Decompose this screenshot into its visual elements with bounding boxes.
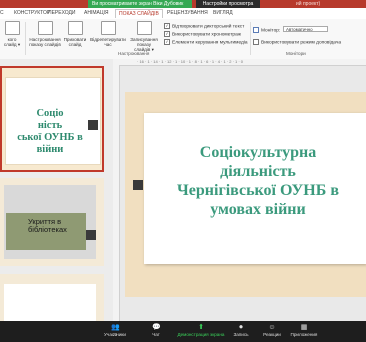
record-slide-show-button[interactable]: Записування показу слайдів ▾: [126, 21, 162, 52]
share-screen-icon: ⬆: [198, 324, 204, 331]
presenter-view-label: Використовувати режим доповідача: [261, 40, 342, 46]
tab-transitions[interactable]: ПЕРЕХОДИ: [48, 10, 76, 16]
tab-review[interactable]: РЕЦЕНЗУВАННЯ: [167, 10, 208, 16]
media-controls-checkbox[interactable]: ✓ Елементи керування мультимедіа: [164, 39, 248, 45]
chat-icon: 💬: [152, 324, 161, 331]
reactions-label: Реакции: [263, 332, 281, 337]
share-banner: Ви просматриваете экран Віки Дубовик: [88, 0, 192, 8]
slide-thumbnail-title: Укриття в бібліотеках: [28, 217, 67, 234]
checkbox-icon: [253, 39, 259, 45]
slide-thumbnail-2[interactable]: Укриття в бібліотеках: [0, 178, 104, 266]
from-slide-label: кого слайд ▾: [3, 37, 21, 47]
custom-show-button[interactable]: Настроювання показу слайдів: [26, 21, 64, 47]
participants-button[interactable]: 👥27 Участники: [95, 324, 135, 337]
hide-slide-icon: [67, 21, 83, 35]
monitor-icon: [253, 27, 259, 33]
ribbon: кого слайд ▾ Настроювання показу слайдів…: [0, 19, 366, 60]
hide-slide-button[interactable]: Приховати слайд: [62, 21, 88, 47]
chat-button[interactable]: 💬 Чат: [136, 324, 176, 337]
record-label: Запись: [233, 332, 249, 337]
slide-title-line: умовах війни: [210, 201, 306, 218]
rehearse-timings-label: Відрепетирувати час: [90, 37, 126, 47]
group-label-monitors: Монітори: [286, 51, 306, 56]
decorative-tab: [88, 120, 98, 130]
tab-animation[interactable]: АНІМАЦІЯ: [84, 10, 109, 16]
monitor-label: Монітор:: [253, 27, 280, 33]
horizontal-ruler: · 16 · 1 · 14 · 1 · 12 · 1 · 10 · 1 · 8 …: [113, 59, 366, 66]
custom-show-label: Настроювання показу слайдів: [29, 37, 61, 47]
view-options-button[interactable]: Настройки просмотра: [196, 0, 260, 8]
record-icon: [136, 21, 152, 35]
use-timings-label: Використовувати хронометраж: [172, 32, 241, 38]
chat-label: Чат: [152, 332, 160, 337]
participants-icon: 👥27: [111, 324, 120, 337]
record-icon: ⏺: [239, 324, 243, 331]
smile-icon: ☺: [268, 324, 276, 331]
window-title: ий проект): [296, 1, 321, 7]
tab-design[interactable]: КОНСТРУКТОР: [14, 10, 50, 16]
slide-thumbnail-1[interactable]: Соціо ність ської ОУНБ в війни: [0, 66, 104, 172]
checkbox-icon: ✓: [164, 23, 170, 29]
checkbox-icon: ✓: [164, 39, 170, 45]
participants-label: Участники: [104, 332, 126, 337]
tab-insert[interactable]: С: [0, 10, 4, 16]
timer-icon: [100, 21, 116, 35]
hide-slide-label: Приховати слайд: [63, 37, 87, 47]
slide-title-line: Соціокультурна: [199, 144, 317, 161]
group-label-setup: Настроювання: [118, 51, 150, 56]
slide-photo-overlay: Укриття в бібліотеках: [6, 213, 86, 250]
play-narrations-checkbox[interactable]: ✓ Відтворювати дикторський текст: [164, 23, 244, 29]
tab-view[interactable]: ВИГЛЯД: [213, 10, 233, 16]
share-screen-button[interactable]: ⬆ Демонстрация экрана: [176, 324, 226, 337]
vertical-ruler: [113, 65, 120, 321]
decorative-tab: [86, 230, 96, 240]
tab-slide-show[interactable]: ПОКАЗ СЛАЙДІВ: [115, 9, 163, 18]
checkbox-icon: ✓: [164, 31, 170, 37]
from-slide-button[interactable]: кого слайд ▾: [0, 21, 24, 47]
apps-icon: ▦: [300, 324, 308, 331]
apps-button[interactable]: ▦ Приложения: [284, 324, 324, 337]
record-slide-show-label: Записування показу слайдів ▾: [130, 37, 158, 52]
ruler-ticks: · 16 · 1 · 14 · 1 · 12 · 1 · 10 · 1 · 8 …: [137, 59, 244, 64]
slide-title[interactable]: Соціокультурна діяльність Чернігівської …: [150, 143, 366, 219]
slide-photo: Укриття в бібліотеках: [4, 185, 96, 259]
slide-thumbnail-card: [4, 284, 96, 321]
divider: [250, 22, 251, 55]
monitor-select[interactable]: Автоматично: [283, 26, 328, 32]
use-timings-checkbox[interactable]: ✓ Використовувати хронометраж: [164, 31, 241, 37]
slide-thumbnails-pane[interactable]: Соціо ність ської ОУНБ в війни Укриття в…: [0, 59, 114, 321]
decorative-tab: [133, 180, 143, 190]
share-screen-label: Демонстрация экрана: [177, 332, 225, 337]
meeting-toolbar: 👥27 Участники 💬 Чат ⬆ Демонстрация экран…: [0, 321, 366, 342]
slide-thumbnail-title: Соціо ність ської ОУНБ в війни: [17, 108, 83, 155]
presenter-view-checkbox[interactable]: Використовувати режим доповідача: [253, 39, 341, 45]
media-controls-label: Елементи керування мультимедіа: [172, 40, 248, 46]
slideshow-icon: [4, 21, 20, 35]
slide-title-line: Чернігівської ОУНБ в: [177, 182, 339, 199]
play-narrations-label: Відтворювати дикторський текст: [172, 24, 245, 30]
slide-thumbnail-card: Соціо ність ської ОУНБ в війни: [6, 78, 100, 164]
slide-title-line: діяльність: [220, 163, 296, 180]
slide-thumbnail-3[interactable]: [0, 274, 104, 321]
rehearse-timings-button[interactable]: Відрепетирувати час: [89, 21, 127, 47]
apps-label: Приложения: [290, 332, 318, 337]
custom-show-icon: [37, 21, 53, 35]
